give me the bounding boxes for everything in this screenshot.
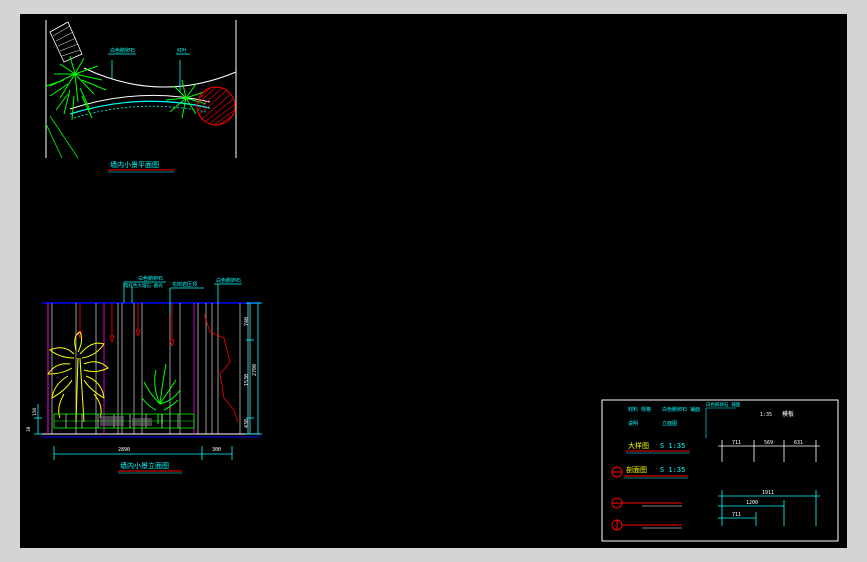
horizontal-dimension — [53, 446, 233, 460]
dim-711: 711 — [732, 440, 741, 446]
dim-total-width: 2890 — [118, 447, 130, 453]
legend-row1-col3: 白色鹅卵石 铺面 — [706, 401, 741, 408]
red-tree-icon — [196, 86, 236, 126]
plan-view: 白色鹅卵石 红叶 墙内小景平面图 — [45, 20, 237, 173]
legend-box: 材料 规格 白色鹅卵石 铺面 白色鹅卵石 铺面 1:35 模板 说明 立面图 大… — [601, 399, 839, 542]
dim-left-b: 38 — [26, 426, 32, 432]
dim-left-a: 150 — [32, 408, 38, 416]
yellow-plant-icon — [47, 331, 109, 423]
dim-right-width: 300 — [212, 447, 221, 453]
elev-callout-4: 白色鹅卵石 — [216, 277, 241, 284]
plan-view-title: 墙内小景平面图 — [110, 160, 159, 169]
section-symbol-icon — [611, 497, 682, 509]
stone-step-hatch — [49, 21, 83, 63]
dim-height-total: 2700 — [252, 364, 258, 376]
dim-1911: 1911 — [762, 490, 774, 496]
hanging-lamp-icon — [77, 303, 175, 348]
legend-row1-col1: 材料 规格 — [628, 406, 651, 413]
elev-callout-2: 暗红色大理石 磨光 — [124, 282, 163, 289]
legend-scale: 1:35 — [760, 412, 772, 418]
plant-cluster-icon — [45, 55, 107, 121]
detail-scale: S 1:35 — [660, 442, 685, 450]
legend-row2-col2: 立面图 — [662, 420, 677, 427]
section-symbol-icon — [611, 466, 623, 478]
dim-569: 569 — [764, 440, 773, 446]
section-symbol-icon — [611, 519, 682, 531]
dim-height-bottom: 430 — [244, 419, 250, 428]
legend-row2-col1: 说明 — [628, 420, 638, 427]
garden-fence — [53, 413, 195, 429]
section-label: 剖面图 — [626, 465, 647, 474]
detail-label: 大样图 — [628, 441, 649, 450]
elevation-view-title: 墙内小景立面图 — [120, 461, 169, 470]
dim-631: 631 — [794, 440, 803, 446]
drawing-canvas[interactable]: 白色鹅卵石 红叶 墙内小景平面图 白色鹅卵石 暗红色大理石 磨光 花岗岩压顶 白… — [20, 14, 847, 548]
green-plant-icon — [141, 363, 181, 424]
dim-711b: 711 — [732, 512, 741, 518]
cad-drawing: 白色鹅卵石 红叶 墙内小景平面图 白色鹅卵石 暗红色大理石 磨光 花岗岩压顶 白… — [26, 20, 839, 542]
elev-callout-3: 花岗岩压顶 — [172, 281, 197, 288]
section-scale: S 1:35 — [660, 466, 685, 474]
legend-row1-col2: 白色鹅卵石 铺面 — [662, 406, 700, 413]
plan-callout-2: 红叶 — [177, 47, 187, 54]
legend-scale-word: 模板 — [782, 410, 794, 418]
plan-callout-1: 白色鹅卵石 — [110, 47, 135, 54]
elevation-view: 白色鹅卵石 暗红色大理石 磨光 花岗岩压顶 白色鹅卵石 740 1530 430… — [26, 275, 262, 474]
dim-height-mid: 1530 — [244, 374, 250, 386]
dim-1200: 1200 — [746, 500, 758, 506]
dim-height-top: 740 — [244, 317, 250, 326]
elev-callout-1: 白色鹅卵石 — [138, 275, 163, 282]
